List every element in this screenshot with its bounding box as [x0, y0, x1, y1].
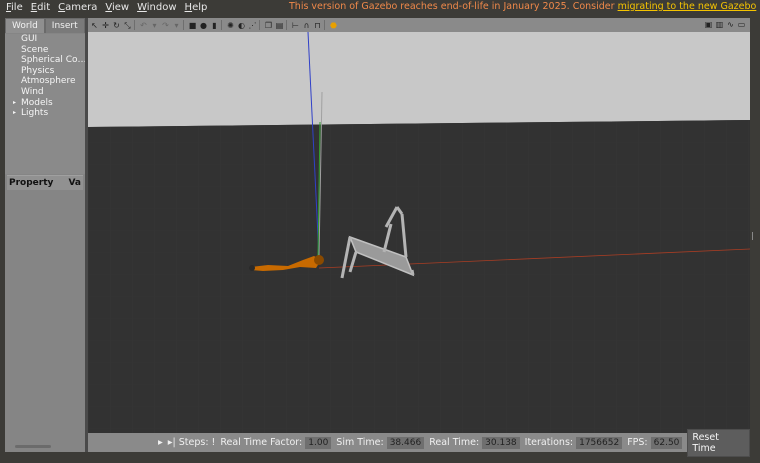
expand-arrow-icon[interactable]: ▸	[13, 108, 16, 119]
tree-item-physics[interactable]: Physics	[5, 66, 85, 77]
tree-item-models[interactable]: ▸ Models	[5, 98, 85, 109]
menu-window[interactable]: Window	[137, 2, 176, 13]
toolbar-right-group: ▣ ▥ ∿ ▭	[702, 20, 746, 29]
real-time-label: Real Time:	[429, 437, 480, 448]
steps-label: Steps:	[178, 437, 209, 448]
rotate-icon[interactable]: ↻	[112, 21, 121, 30]
iterations-label: Iterations:	[524, 437, 574, 448]
fps-value: 62.50	[650, 436, 683, 449]
scale-icon[interactable]: ⤡	[123, 21, 132, 30]
menu-edit[interactable]: Edit	[31, 2, 50, 13]
plot-icon[interactable]: ∿	[726, 20, 735, 29]
value-column-header[interactable]: Va	[66, 178, 83, 188]
cylinder-icon[interactable]: ▮	[210, 21, 219, 30]
right-panel-handle[interactable]	[752, 232, 753, 240]
real-time-factor-label: Real Time Factor:	[220, 437, 303, 448]
expand-arrow-icon[interactable]: ▸	[13, 98, 16, 109]
world-tree: GUI Scene Spherical Co… Physics Atmosphe…	[5, 34, 85, 174]
select-arrow-icon[interactable]: ↖	[90, 21, 99, 30]
tree-item-wind[interactable]: Wind	[5, 87, 85, 98]
tree-item-spherical-coordinates[interactable]: Spherical Co…	[5, 55, 85, 66]
toolbar-separator	[221, 20, 222, 30]
tab-insert[interactable]: Insert	[44, 18, 85, 33]
toolbar-separator	[259, 20, 260, 30]
scene-viewport[interactable]	[88, 32, 750, 433]
tree-item-scene[interactable]: Scene	[5, 45, 85, 56]
steps-value[interactable]: !	[212, 437, 216, 448]
real-time-factor-value: 1.00	[305, 436, 332, 449]
box-icon[interactable]: ■	[188, 21, 197, 30]
undo-history-icon[interactable]: ▾	[150, 21, 159, 30]
undo-icon[interactable]: ↶	[139, 21, 148, 30]
menu-view[interactable]: View	[105, 2, 129, 13]
horizontal-scrollbar[interactable]	[15, 445, 51, 448]
left-panel: World Insert GUI Scene Spherical Co… Phy…	[5, 18, 85, 452]
real-time-value: 30.138	[482, 436, 520, 449]
tree-item-gui[interactable]: GUI	[5, 34, 85, 45]
reset-time-button[interactable]: Reset Time	[687, 428, 750, 457]
translate-icon[interactable]: ✛	[101, 21, 110, 30]
tab-world[interactable]: World	[5, 18, 45, 33]
step-icon[interactable]: ▸|	[168, 437, 176, 448]
panel-tabs: World Insert	[5, 18, 85, 33]
tree-item-label: Lights	[21, 108, 49, 119]
simulation-status-bar: ▸ ▸| Steps: ! Real Time Factor: 1.00 Sim…	[88, 428, 750, 457]
measure-icon[interactable]: ⊓	[313, 21, 322, 30]
scene-render[interactable]	[88, 32, 750, 433]
redo-icon[interactable]: ↷	[161, 21, 170, 30]
sky-backdrop	[88, 32, 750, 127]
property-column-header[interactable]: Property	[7, 178, 55, 188]
fps-label: FPS:	[627, 437, 648, 448]
toolbar: ↖ ✛ ↻ ⤡ ↶ ▾ ↷ ▾ ■ ● ▮ ✺ ◐ ⋰ ❐ ▤ ⊢ ∩ ⊓ ⬣ …	[88, 18, 750, 32]
point-light-icon[interactable]: ✺	[226, 21, 235, 30]
property-table-header: Property Va	[7, 175, 83, 190]
directional-light-icon[interactable]: ⋰	[248, 21, 257, 30]
tree-item-lights[interactable]: ▸ Lights	[5, 108, 85, 119]
property-table-body	[7, 190, 83, 446]
toolbar-separator	[183, 20, 184, 30]
ground-grid	[88, 120, 750, 433]
eol-banner: This version of Gazebo reaches end-of-li…	[289, 1, 756, 12]
spot-light-icon[interactable]: ◐	[237, 21, 246, 30]
log-icon[interactable]: ▥	[715, 20, 724, 29]
screenshot-icon[interactable]: ▣	[704, 20, 713, 29]
eol-text: This version of Gazebo reaches end-of-li…	[289, 1, 618, 12]
toolbar-separator	[286, 20, 287, 30]
toolbar-separator	[324, 20, 325, 30]
paste-icon[interactable]: ▤	[275, 21, 284, 30]
align-icon[interactable]: ⊢	[291, 21, 300, 30]
play-pause-icon[interactable]: ▸	[158, 437, 163, 448]
sim-time-value: 38.466	[386, 436, 425, 449]
snap-icon[interactable]: ∩	[302, 21, 311, 30]
iterations-value: 1756652	[576, 436, 623, 449]
menu-camera[interactable]: Camera	[58, 2, 97, 13]
menu-file[interactable]: File	[6, 2, 23, 13]
sphere-icon[interactable]: ●	[199, 21, 208, 30]
copy-icon[interactable]: ❐	[264, 21, 273, 30]
migration-link[interactable]: migrating to the new Gazebo	[618, 1, 757, 12]
tree-item-atmosphere[interactable]: Atmosphere	[5, 76, 85, 87]
video-record-icon[interactable]: ▭	[737, 20, 746, 29]
change-view-icon[interactable]: ⬣	[329, 21, 338, 30]
redo-history-icon[interactable]: ▾	[172, 21, 181, 30]
tree-item-label: Models	[21, 97, 53, 108]
toolbar-separator	[134, 20, 135, 30]
sim-time-label: Sim Time:	[336, 437, 384, 448]
menu-help[interactable]: Help	[185, 2, 208, 13]
